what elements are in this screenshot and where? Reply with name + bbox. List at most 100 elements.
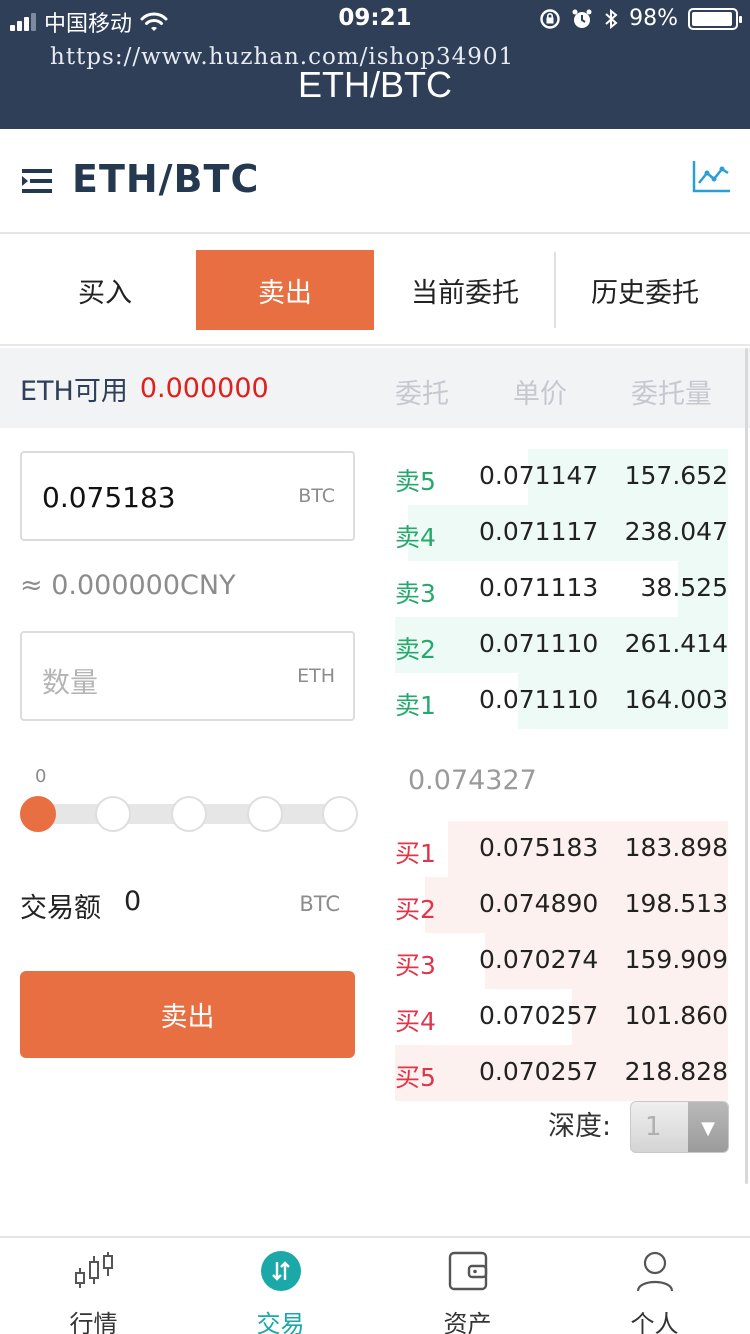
line-chart-icon[interactable] [692,159,732,195]
bid-row[interactable]: 买2 0.074890 198.513 [395,877,728,933]
candlestick-icon [75,1252,113,1288]
trade-page: 中国移动 09:21 98% https://www.huzhan.com/is… [0,0,750,1334]
bid-label: 买5 [395,1063,436,1092]
ask-qty: 38.525 [640,573,728,602]
ask-price: 0.071110 [479,685,599,714]
menu-icon[interactable] [22,166,54,196]
bid-price: 0.075183 [479,833,599,862]
nav-profile[interactable]: 个人 [561,1238,748,1334]
slider-knob-100[interactable] [322,796,358,832]
ask-label: 卖1 [395,691,436,720]
bid-label: 买4 [395,1007,436,1036]
ask-row[interactable]: 卖5 0.071147 157.652 [395,449,728,505]
ask-label: 卖3 [395,579,436,608]
price-field[interactable]: 0.075183 BTC [20,451,355,541]
ask-label: 卖5 [395,467,436,496]
last-price: 0.074327 [408,765,537,796]
tab-current-orders[interactable]: 当前委托 [376,250,554,330]
bid-qty: 183.898 [624,833,728,862]
scrollbar[interactable] [745,348,748,1184]
depth-label: 深度: [548,1111,612,1142]
nav-profile-label[interactable]: 个人 [561,1304,748,1334]
top-header: 中国移动 09:21 98% https://www.huzhan.com/is… [0,0,750,129]
amount-value: 0 [124,886,142,917]
amount-unit: BTC [299,892,340,916]
tab-sell[interactable]: 卖出 [196,250,374,330]
ask-qty: 261.414 [624,629,728,658]
nav-assets-label[interactable]: 资产 [374,1304,561,1334]
bid-row[interactable]: 买4 0.070257 101.860 [395,989,728,1045]
price-value[interactable]: 0.075183 [42,481,176,514]
bid-label: 买2 [395,895,436,924]
bid-row[interactable]: 买5 0.070257 218.828 [395,1045,728,1101]
ask-row[interactable]: 卖4 0.071117 238.047 [395,505,728,561]
trade-amount: 交易额 0 BTC [20,886,350,926]
header-price: 单价 [513,379,567,410]
rotation-lock-icon [540,8,560,29]
depth-select[interactable]: 1 ▼ [630,1101,729,1153]
bid-qty: 101.860 [624,1001,728,1030]
approx-cny: ≈ 0.000000CNY [20,570,236,601]
chevron-down-icon[interactable]: ▼ [688,1102,728,1152]
available-value: 0.000000 [139,372,269,404]
ask-label: 卖4 [395,523,436,552]
header-title: ETH/BTC [297,64,452,105]
header-order: 委托 [395,379,449,410]
ask-qty: 238.047 [624,517,728,546]
ask-label: 卖2 [395,635,436,664]
bottom-nav: 行情 交易 资产 个人 [0,1236,750,1334]
bid-qty: 218.828 [624,1057,728,1086]
ask-row[interactable]: 卖2 0.071110 261.414 [395,617,728,673]
available-label: ETH可用 [20,375,128,407]
slider-knob-25[interactable] [95,796,131,832]
bid-label: 买1 [395,839,436,868]
ask-price: 0.071147 [479,461,599,490]
tab-buy[interactable]: 买入 [16,250,194,330]
ask-qty: 157.652 [624,461,728,490]
bid-row[interactable]: 买3 0.070274 159.909 [395,933,728,989]
battery-percent: 98% [629,6,678,31]
bid-price: 0.070274 [479,945,599,974]
pair-bar: ETH/BTC [0,129,750,234]
nav-trade[interactable]: 交易 [187,1238,374,1334]
slider-min-label: 0 [35,766,47,787]
pair-title[interactable]: ETH/BTC [72,157,259,201]
ask-qty: 164.003 [624,685,728,714]
depth-value[interactable]: 1 [645,1112,662,1142]
quantity-field[interactable]: 数量 ETH [20,631,355,721]
status-bar: 中国移动 09:21 98% [0,0,750,40]
quantity-slider[interactable] [20,796,358,832]
bid-row[interactable]: 买1 0.075183 183.898 [395,821,728,877]
sell-button[interactable]: 卖出 [20,971,355,1058]
bluetooth-icon [605,8,618,29]
tab-order-history[interactable]: 历史委托 [556,250,734,330]
order-book-header: 委托 单价 委托量 [376,348,750,428]
price-unit: BTC [298,485,335,507]
ask-price: 0.071117 [479,517,599,546]
nav-trade-label[interactable]: 交易 [187,1304,374,1334]
ask-row[interactable]: 卖1 0.071110 164.003 [395,673,728,729]
header-quantity: 委托量 [631,379,712,410]
nav-assets[interactable]: 资产 [374,1238,561,1334]
status-right: 98% [539,6,742,31]
available-balance: ETH可用 0.000000 [0,348,376,428]
quantity-placeholder[interactable]: 数量 [42,661,98,701]
trade-tabs: 买入 卖出 当前委托 历史委托 [0,236,750,346]
slider-knob-75[interactable] [247,796,283,832]
alarm-icon [572,9,592,28]
bid-qty: 198.513 [624,889,728,918]
bid-price: 0.070257 [479,1001,599,1030]
slider-knob-50[interactable] [171,796,207,832]
person-icon [636,1251,674,1292]
quantity-unit: ETH [297,665,335,687]
ask-price: 0.071110 [479,629,599,658]
bid-label: 买3 [395,951,436,980]
ask-price: 0.071113 [479,573,599,602]
ask-row[interactable]: 卖3 0.071113 38.525 [395,561,728,617]
nav-market[interactable]: 行情 [0,1238,187,1334]
slider-knob-0[interactable] [20,796,56,832]
swap-icon [261,1251,301,1291]
bid-price: 0.074890 [479,889,599,918]
nav-market-label[interactable]: 行情 [0,1304,187,1334]
amount-label: 交易额 [20,893,101,924]
